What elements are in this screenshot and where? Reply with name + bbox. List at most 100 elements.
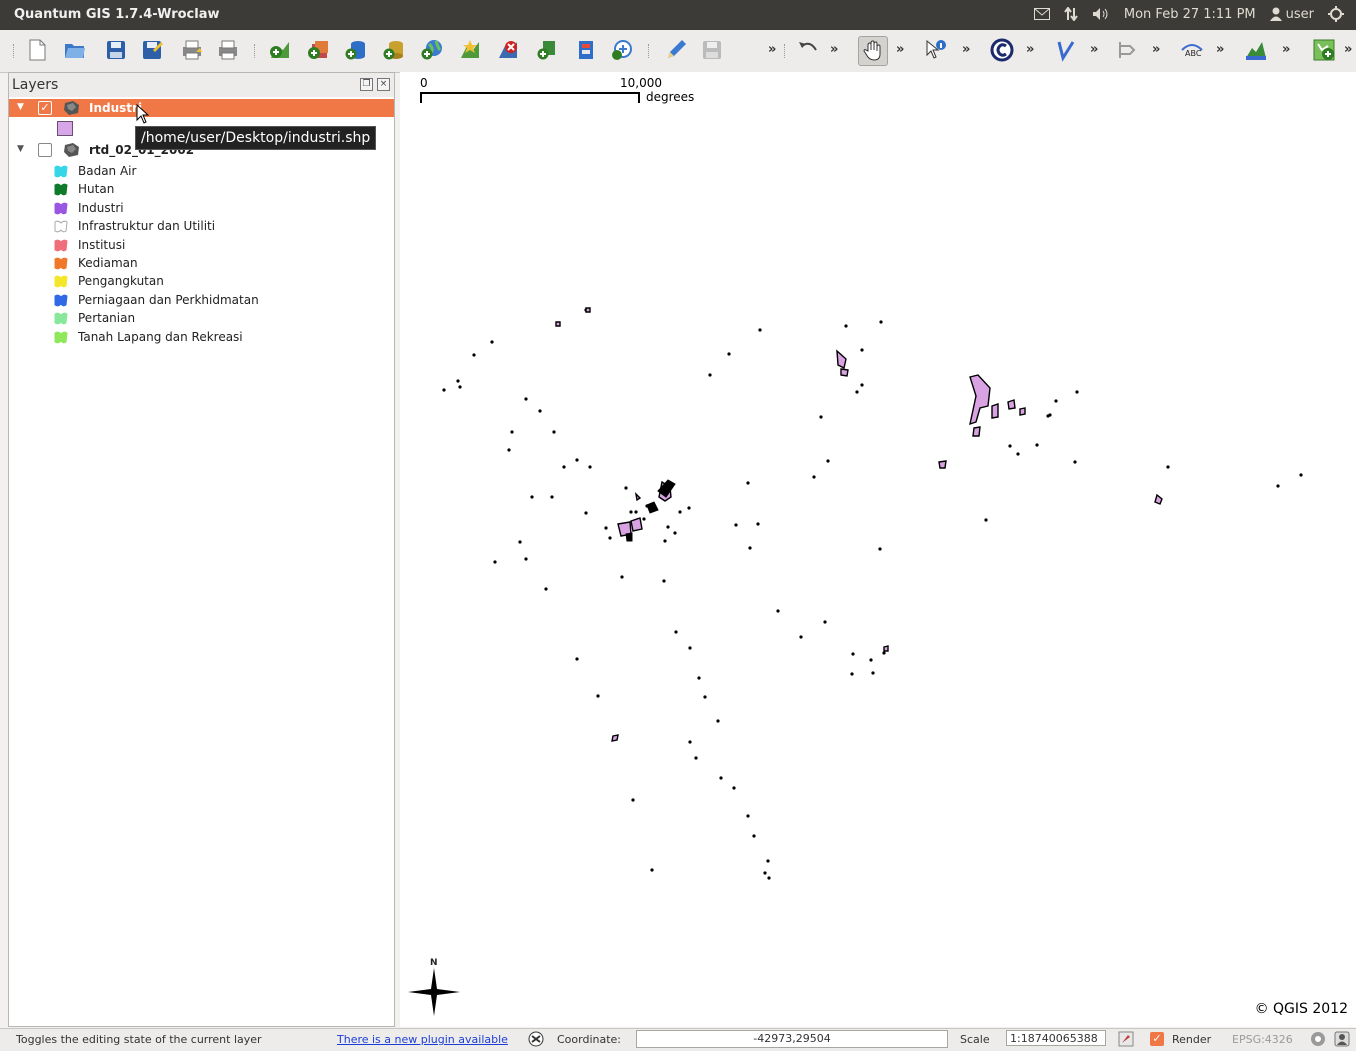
- map-canvas[interactable]: 0 10,000 degrees N © QGIS 2012: [400, 72, 1356, 1027]
- map-feature[interactable]: [1008, 444, 1012, 448]
- map-feature[interactable]: [634, 510, 638, 514]
- close-panel-icon[interactable]: ×: [377, 78, 390, 91]
- map-feature[interactable]: [758, 328, 762, 332]
- new-plugin-link[interactable]: There is a new plugin available: [337, 1033, 508, 1046]
- map-feature[interactable]: [456, 379, 460, 383]
- map-feature[interactable]: [716, 719, 720, 723]
- add-mssql-layer-button[interactable]: [574, 38, 598, 62]
- map-feature[interactable]: [688, 646, 692, 650]
- map-feature[interactable]: [969, 374, 991, 426]
- volume-icon[interactable]: [1092, 7, 1110, 21]
- message-log-icon[interactable]: [1334, 1031, 1350, 1047]
- map-feature[interactable]: [596, 694, 600, 698]
- collapse-arrow-icon[interactable]: ▼: [17, 102, 24, 112]
- map-feature[interactable]: [688, 740, 692, 744]
- map-feature[interactable]: [630, 517, 643, 532]
- map-feature[interactable]: [575, 657, 579, 661]
- map-feature[interactable]: [1166, 465, 1170, 469]
- mail-icon[interactable]: [1033, 8, 1050, 20]
- render-checkbox[interactable]: ✓: [1150, 1032, 1164, 1046]
- map-feature[interactable]: [708, 373, 712, 377]
- save-project-button[interactable]: [104, 38, 128, 62]
- map-feature[interactable]: [673, 531, 677, 535]
- map-feature[interactable]: [799, 635, 803, 639]
- map-feature[interactable]: [524, 557, 528, 561]
- map-feature[interactable]: [493, 560, 497, 564]
- map-feature[interactable]: [812, 475, 816, 479]
- layer-visibility-checkbox[interactable]: ✓: [38, 101, 52, 115]
- add-wfs-layer-button[interactable]: [534, 38, 558, 62]
- map-feature[interactable]: [624, 486, 628, 490]
- map-feature[interactable]: [938, 460, 947, 469]
- remove-layer-button[interactable]: [496, 38, 520, 62]
- new-project-button[interactable]: [25, 38, 49, 62]
- map-feature[interactable]: [1154, 493, 1163, 505]
- map-feature[interactable]: [1073, 460, 1077, 464]
- map-feature[interactable]: [555, 321, 561, 327]
- map-feature[interactable]: [490, 340, 494, 344]
- map-feature[interactable]: [562, 465, 566, 469]
- map-feature[interactable]: [530, 495, 534, 499]
- map-feature[interactable]: [767, 876, 771, 880]
- map-feature[interactable]: [844, 324, 848, 328]
- map-feature[interactable]: [674, 630, 678, 634]
- map-feature[interactable]: [585, 307, 591, 313]
- map-feature[interactable]: [991, 403, 999, 419]
- map-feature[interactable]: [871, 671, 875, 675]
- add-wms-layer-button[interactable]: [420, 38, 444, 62]
- map-feature[interactable]: [984, 518, 988, 522]
- map-feature[interactable]: [629, 510, 633, 514]
- layer-visibility-checkbox[interactable]: [38, 143, 52, 157]
- map-feature[interactable]: [1046, 414, 1050, 418]
- map-feature[interactable]: [1035, 443, 1039, 447]
- map-feature[interactable]: [883, 645, 889, 652]
- plugin-update-icon[interactable]: [528, 1031, 544, 1047]
- map-feature[interactable]: [1019, 407, 1026, 416]
- power-icon[interactable]: [1328, 6, 1344, 22]
- map-feature[interactable]: [763, 871, 767, 875]
- collapse-arrow-icon[interactable]: ▼: [17, 144, 24, 154]
- map-feature[interactable]: [776, 609, 780, 613]
- map-feature[interactable]: [604, 526, 608, 530]
- toolbar-overflow-chevron[interactable]: »: [896, 42, 904, 57]
- map-feature[interactable]: [823, 620, 827, 624]
- map-feature[interactable]: [1075, 390, 1079, 394]
- vector-tools-icon[interactable]: [1116, 38, 1140, 62]
- map-feature[interactable]: [752, 834, 756, 838]
- map-feature[interactable]: [826, 459, 830, 463]
- network-icon[interactable]: [1064, 7, 1078, 21]
- map-feature[interactable]: [631, 798, 635, 802]
- crs-status[interactable]: EPSG:4326: [1232, 1033, 1293, 1046]
- map-feature[interactable]: [507, 448, 511, 452]
- map-feature[interactable]: [552, 430, 556, 434]
- map-feature[interactable]: [625, 532, 633, 542]
- map-feature[interactable]: [663, 539, 667, 543]
- map-feature[interactable]: [746, 814, 750, 818]
- toolbar-overflow-chevron[interactable]: »: [830, 42, 838, 57]
- toolbar-overflow-chevron[interactable]: »: [1216, 42, 1224, 57]
- gps-tool-icon[interactable]: [1054, 38, 1078, 62]
- add-postgis-layer-button[interactable]: [344, 38, 368, 62]
- map-feature[interactable]: [882, 651, 886, 655]
- map-feature[interactable]: [1299, 473, 1303, 477]
- projection-globe-icon[interactable]: [1310, 1031, 1326, 1047]
- map-feature[interactable]: [860, 348, 864, 352]
- map-feature[interactable]: [650, 868, 654, 872]
- toolbar-overflow-chevron[interactable]: »: [1090, 42, 1098, 57]
- save-as-button[interactable]: [140, 38, 164, 62]
- coordinate-field[interactable]: -42973,29504: [636, 1030, 948, 1048]
- copyright-label-icon[interactable]: [990, 38, 1014, 62]
- map-feature[interactable]: [1276, 484, 1280, 488]
- industri-features[interactable]: [400, 72, 1356, 1027]
- raster-tools-icon[interactable]: [1244, 38, 1268, 62]
- toolbar-overflow-chevron[interactable]: »: [768, 42, 776, 57]
- map-feature[interactable]: [611, 734, 619, 742]
- map-feature[interactable]: [1007, 399, 1016, 410]
- map-feature[interactable]: [694, 756, 698, 760]
- map-feature[interactable]: [1054, 399, 1058, 403]
- map-feature[interactable]: [518, 540, 522, 544]
- save-edits-button[interactable]: [700, 38, 724, 62]
- map-feature[interactable]: [662, 579, 666, 583]
- map-feature[interactable]: [756, 522, 760, 526]
- new-print-composer-button[interactable]: [180, 38, 204, 62]
